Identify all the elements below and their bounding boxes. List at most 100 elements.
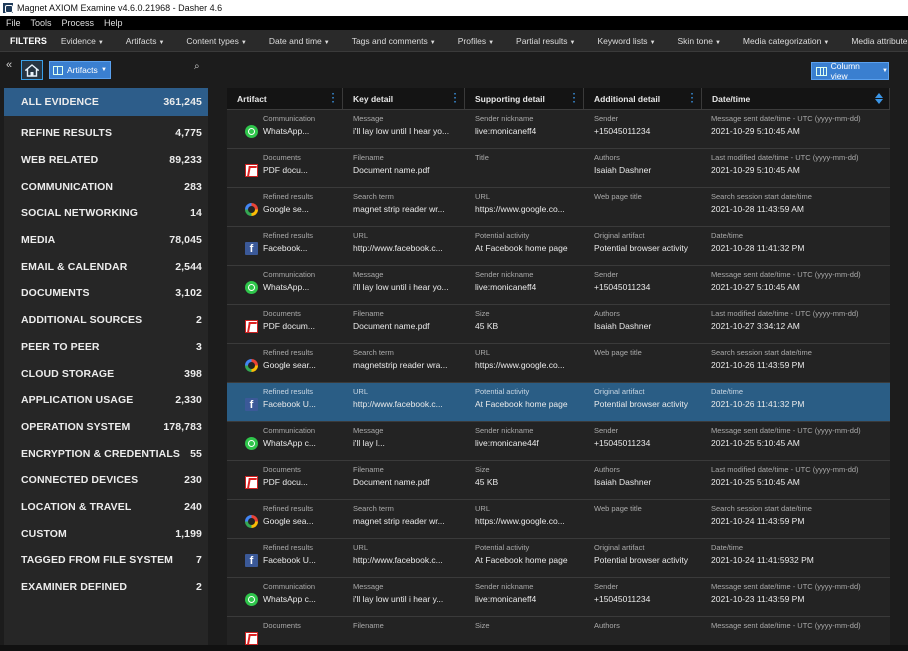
- filter-media-categorization[interactable]: Media categorization ▼: [743, 36, 829, 46]
- sidebar-item-cloud-storage[interactable]: CLOUD STORAGE 398: [4, 360, 208, 387]
- cell-label: Authors: [594, 621, 620, 630]
- table-row[interactable]: Documents PDF docu... Filename Document nam…: [227, 461, 890, 500]
- sidebar-item-encryption-credentials[interactable]: ENCRYPTION & CREDENTIALS 55: [4, 440, 208, 467]
- table-row[interactable]: f Refined results Facebook U... URL http://w…: [227, 383, 890, 422]
- sidebar-item-label: DOCUMENTS: [21, 287, 90, 300]
- column-header-date-time[interactable]: Date/time: [702, 88, 890, 109]
- sidebar-item-count: 4,775: [175, 127, 202, 140]
- column-header-supporting-detail[interactable]: Supporting detail · · ·: [465, 88, 584, 109]
- sidebar-item-label: MEDIA: [21, 234, 56, 247]
- sidebar-item-custom[interactable]: CUSTOM 1,199: [4, 520, 208, 547]
- artifacts-dropdown[interactable]: Artifacts ▼: [49, 61, 111, 79]
- sidebar-item-application-usage[interactable]: APPLICATION USAGE 2,330: [4, 387, 208, 414]
- filter-skin-tone[interactable]: Skin tone ▼: [678, 36, 721, 46]
- sidebar-item-count: 55: [190, 447, 202, 460]
- google-icon: [245, 359, 258, 372]
- results-table: Artifact · · · Key detail · · · Supporting det…: [227, 88, 890, 651]
- sidebar-item-web-related[interactable]: WEB RELATED 89,233: [4, 147, 208, 174]
- filter-partial-results[interactable]: Partial results ▼: [516, 36, 575, 46]
- filter-artifacts[interactable]: Artifacts ▼: [126, 36, 165, 46]
- menu-tools[interactable]: Tools: [31, 18, 52, 28]
- menu-file[interactable]: File: [6, 18, 21, 28]
- cell-label: Date/time: [711, 543, 744, 552]
- table-row[interactable]: Refined results Google sea... Search term m…: [227, 500, 890, 539]
- cell-additional-detail: Authors Isaiah Dashner: [584, 461, 702, 499]
- cell-label: Documents: [263, 309, 301, 318]
- sidebar-item-communication[interactable]: COMMUNICATION 283: [4, 173, 208, 200]
- sidebar-item-examiner-defined[interactable]: EXAMINER DEFINED 2: [4, 574, 208, 601]
- sidebar-item-peer-to-peer[interactable]: PEER TO PEER 3: [4, 334, 208, 361]
- sidebar-item-operation-system[interactable]: OPERATION SYSTEM 178,783: [4, 414, 208, 441]
- sort-ascending-icon[interactable]: [875, 93, 883, 98]
- cell-value: Facebook U...: [263, 555, 316, 565]
- cell-label: Filename: [353, 153, 384, 162]
- cell-label: Potential activity: [475, 387, 530, 396]
- category-sidebar: ALL EVIDENCE 361,245 REFINE RESULTS 4,775…: [4, 88, 208, 651]
- filter-evidence[interactable]: Evidence ▼: [61, 36, 104, 46]
- cell-label: Title: [475, 153, 489, 162]
- table-row[interactable]: Communication WhatsApp c... Message i'll la…: [227, 578, 890, 617]
- table-row[interactable]: Documents PDF docu... Filename Document nam…: [227, 149, 890, 188]
- cell-label: Potential activity: [475, 231, 530, 240]
- table-row[interactable]: f Refined results Facebook U... URL http://w…: [227, 539, 890, 578]
- sidebar-item-additional-sources[interactable]: ADDITIONAL SOURCES 2: [4, 307, 208, 334]
- table-row[interactable]: Documents PDF docum... Filename Document na…: [227, 305, 890, 344]
- menu-help[interactable]: Help: [104, 18, 123, 28]
- cell-supporting-detail: Title: [465, 149, 584, 187]
- cell-value: 2021-10-26 11:43:59 PM: [711, 360, 805, 370]
- table-row[interactable]: Communication WhatsApp... Message i'll lay …: [227, 110, 890, 149]
- collapse-panel-icon[interactable]: «: [6, 59, 12, 71]
- chevron-down-icon: ▼: [488, 39, 495, 46]
- filters-title: FILTERS: [10, 35, 47, 46]
- filter-tags-comments[interactable]: Tags and comments ▼: [352, 36, 436, 46]
- sidebar-item-documents[interactable]: DOCUMENTS 3,102: [4, 280, 208, 307]
- menu-process[interactable]: Process: [62, 18, 95, 28]
- sidebar-item-email-calendar[interactable]: EMAIL & CALENDAR 2,544: [4, 253, 208, 280]
- column-header-key-detail[interactable]: Key detail · · ·: [343, 88, 465, 109]
- filter-media-attributes[interactable]: Media attributes (Ve: [851, 36, 908, 46]
- table-row[interactable]: f Refined results Facebook... URL http://www…: [227, 227, 890, 266]
- column-menu-icon[interactable]: · · ·: [454, 90, 457, 108]
- sort-descending-icon[interactable]: [875, 99, 883, 104]
- column-header-artifact[interactable]: Artifact · · ·: [227, 88, 343, 109]
- cell-label: Sender nickname: [475, 426, 534, 435]
- table-row[interactable]: Communication WhatsApp c... Message i'll la…: [227, 422, 890, 461]
- cell-artifact: Refined results Google se...: [227, 188, 343, 226]
- sidebar-item-connected-devices[interactable]: CONNECTED DEVICES 230: [4, 467, 208, 494]
- filter-profiles[interactable]: Profiles ▼: [458, 36, 494, 46]
- column-menu-icon[interactable]: · · ·: [573, 90, 576, 108]
- column-header-additional-detail[interactable]: Additional detail · · ·: [584, 88, 702, 109]
- column-menu-icon[interactable]: · · ·: [332, 90, 335, 108]
- sidebar-item-count: 3,102: [175, 287, 202, 300]
- sidebar-item-all-evidence[interactable]: ALL EVIDENCE 361,245: [4, 88, 208, 116]
- column-view-dropdown[interactable]: Column view ▼: [811, 61, 889, 81]
- cell-label: Original artifact: [594, 231, 645, 240]
- cell-label: Sender nickname: [475, 270, 534, 279]
- cell-key-detail: Filename Document name.pdf: [343, 149, 465, 187]
- sidebar-item-social-networking[interactable]: SOCIAL NETWORKING 14: [4, 200, 208, 227]
- pdf-icon: [245, 476, 258, 489]
- table-row[interactable]: Refined results Google sear... Search term…: [227, 344, 890, 383]
- cell-label: Message sent date/time - UTC (yyyy-mm-dd…: [711, 582, 861, 591]
- cell-supporting-detail: Sender nickname live:monicaneff4: [465, 110, 584, 148]
- home-button[interactable]: [21, 60, 43, 80]
- cell-value: PDF docum...: [263, 321, 315, 331]
- filter-content-types[interactable]: Content types ▼: [186, 36, 246, 46]
- sidebar-item-media[interactable]: MEDIA 78,045: [4, 227, 208, 254]
- cell-label: URL: [353, 543, 369, 552]
- pin-icon[interactable]: ⌕: [194, 61, 200, 72]
- column-menu-icon[interactable]: · · ·: [691, 90, 694, 108]
- filter-keyword-lists[interactable]: Keyword lists ▼: [597, 36, 655, 46]
- sidebar-item-label: PEER TO PEER: [21, 340, 100, 353]
- table-header: Artifact · · · Key detail · · · Supporting det…: [227, 88, 890, 110]
- sidebar-item-refine-results[interactable]: REFINE RESULTS 4,775: [4, 120, 208, 147]
- cell-additional-detail: Original artifact Potential browser activ…: [584, 539, 702, 577]
- cell-value: 45 KB: [475, 321, 499, 331]
- cell-value: WhatsApp...: [263, 126, 310, 136]
- cell-label: Web page title: [594, 504, 642, 513]
- sidebar-item-tagged-from-file-system[interactable]: TAGGED FROM FILE SYSTEM 7: [4, 547, 208, 574]
- table-row[interactable]: Communication WhatsApp... Message i'll lay …: [227, 266, 890, 305]
- table-row[interactable]: Refined results Google se... Search term ma…: [227, 188, 890, 227]
- sidebar-item-location-travel[interactable]: LOCATION & TRAVEL 240: [4, 494, 208, 521]
- filter-date-time[interactable]: Date and time ▼: [269, 36, 330, 46]
